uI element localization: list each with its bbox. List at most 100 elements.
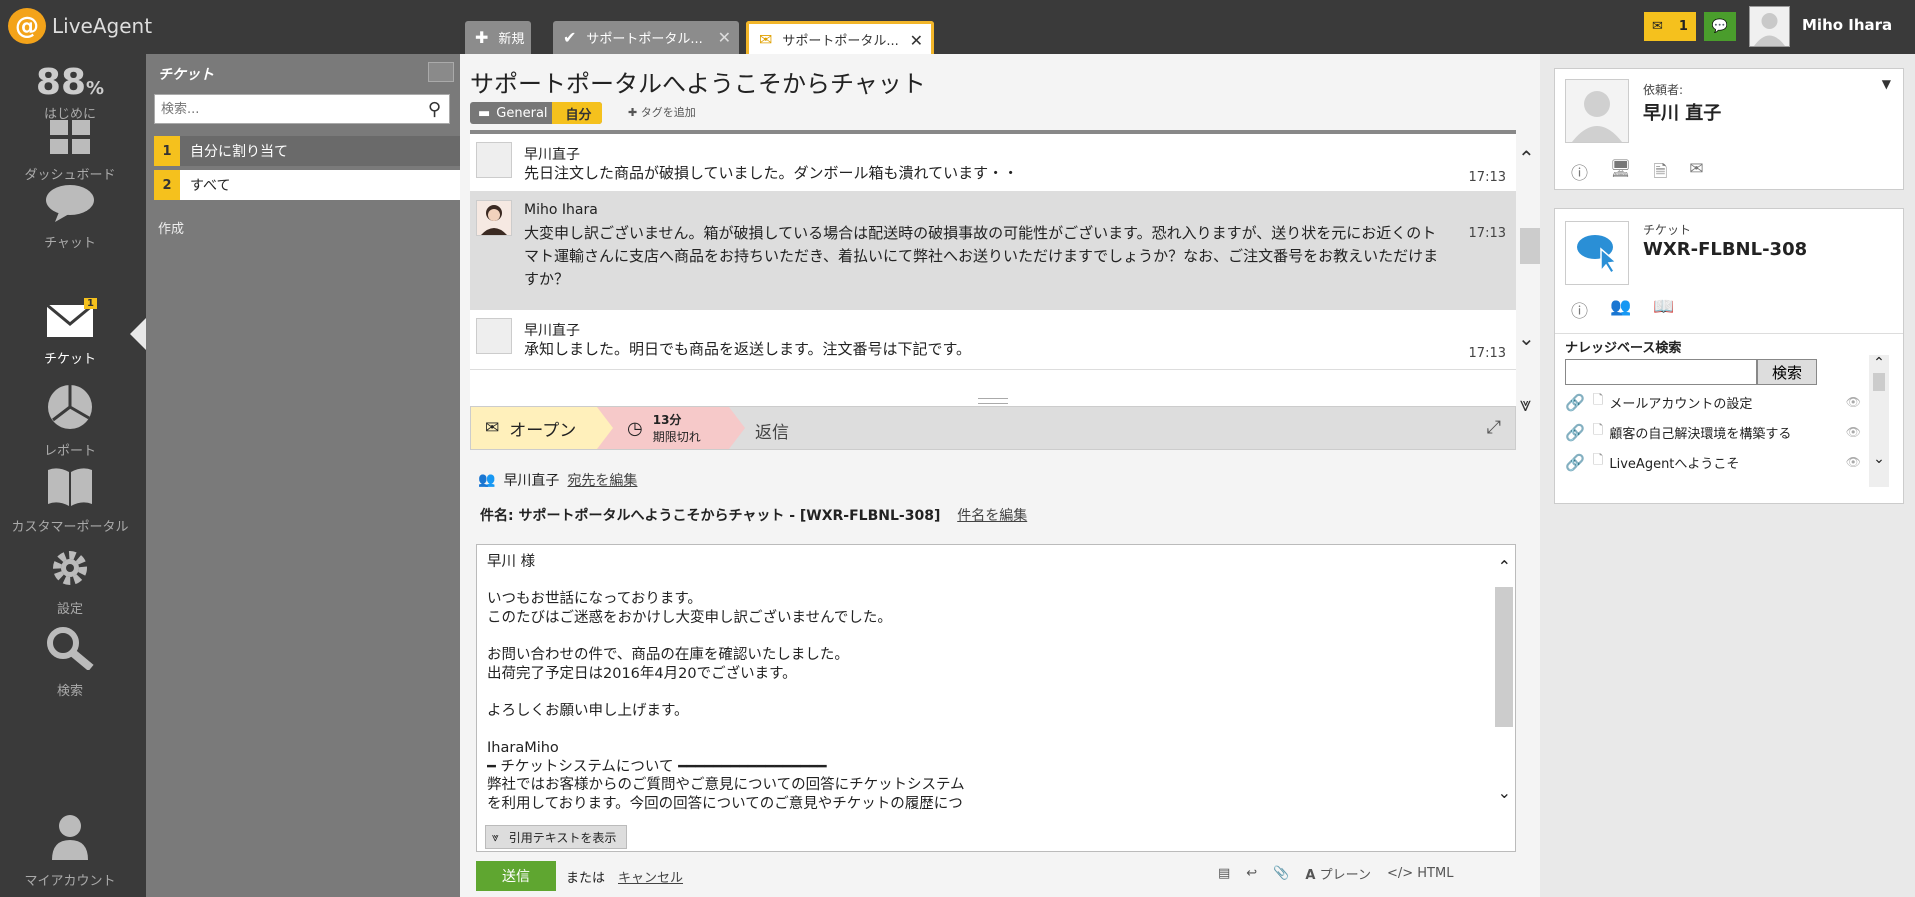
filter-count: 2 [154, 170, 180, 200]
paperclip-icon[interactable]: 📎 [1273, 866, 1289, 881]
filter-label: 自分に割り当て [190, 144, 288, 160]
message-body: 先日注文した商品が破損していました。ダンボール箱も潰れています・・ [524, 164, 1019, 182]
cancel-link[interactable]: キャンセル [618, 867, 683, 886]
reply-editor[interactable]: 早川 様 いつもお世話になっております。 このたびはご迷惑をおかけし大変申し訳ご… [476, 544, 1516, 852]
user-name[interactable]: Miho Ihara [1802, 16, 1892, 34]
book-icon[interactable]: 📖 [1653, 297, 1674, 322]
avatar[interactable] [1749, 6, 1790, 47]
reply-body[interactable]: 早川 様 いつもお世話になっております。 このたびはご迷惑をおかけし大変申し訳ご… [487, 553, 1477, 821]
chevron-down-icon[interactable]: ⌄ [1498, 783, 1511, 802]
right-panel: 依頼者: 早川 直子 ▼ ⓘ 🖥 🗎 ✉ チケット WXR-FLBNL-308 … [1540, 54, 1915, 897]
user-icon [0, 814, 140, 864]
nav-label: チケット [43, 352, 96, 367]
close-icon[interactable]: ✕ [910, 31, 923, 50]
nav-reports[interactable]: レポート [0, 384, 140, 459]
dashboard-icon [0, 120, 140, 158]
tab-ticket-1[interactable]: ✔ サポートポータル... ✕ [553, 21, 739, 54]
expand-icon[interactable]: ⤢ [1487, 417, 1501, 438]
nav-tickets[interactable]: 1 チケット [0, 298, 140, 367]
scrollbar-thumb[interactable] [1873, 373, 1885, 391]
kb-search-input[interactable] [1565, 359, 1757, 385]
users-icon: 👥 [478, 472, 496, 488]
search-icon[interactable]: ⚲ [428, 99, 441, 120]
check-icon: ✔ [563, 28, 577, 47]
tab-ticket-2[interactable]: ✉ サポートポータル... ✕ [746, 21, 934, 54]
edit-subject-link[interactable]: 件名を編集 [957, 508, 1027, 524]
template-icon[interactable]: ▤ [1218, 866, 1230, 881]
kb-article[interactable]: 🔗 🗋 顧客の自己解決環境を構築する 👁 [1565, 417, 1861, 447]
logo[interactable]: @ LiveAgent [8, 8, 152, 44]
nav-my-account[interactable]: マイアカウント [0, 814, 140, 889]
book-icon [0, 466, 140, 510]
chevron-up-icon[interactable]: ⌃ [1518, 146, 1535, 170]
envelope-icon[interactable]: ✉ [1689, 159, 1703, 188]
chevron-down-icon[interactable]: ⌄ [1869, 451, 1889, 467]
nav-customer-portal[interactable]: カスタマーポータル [0, 466, 140, 535]
search-input[interactable] [155, 95, 415, 123]
document-icon: 🗋 [1592, 453, 1604, 468]
add-tag-button[interactable]: ✚ タグを追加 [628, 104, 696, 120]
tab-new[interactable]: ✚ 新規 [465, 21, 531, 54]
or-text: または [566, 871, 606, 886]
html-toggle[interactable]: </> HTML [1387, 866, 1454, 881]
department-tag[interactable]: ▬ General 自分 [470, 102, 602, 124]
requester-actions: ⓘ 🖥 🗎 ✉ [1571, 159, 1704, 188]
info-icon[interactable]: ⓘ [1571, 159, 1588, 188]
collapse-panel-button[interactable] [428, 62, 454, 82]
sla-status: 期限切れ [652, 430, 701, 444]
scrollbar-thumb[interactable] [1520, 228, 1540, 264]
active-indicator [130, 318, 146, 350]
nav-settings[interactable]: 設定 [0, 548, 140, 617]
kb-article-title: LiveAgentへようこそ [1609, 456, 1740, 472]
chevron-up-icon[interactable]: ⌃ [1498, 557, 1511, 576]
double-chevron-down-icon[interactable]: ⩔ [1520, 392, 1531, 416]
status-open[interactable]: ✉ オープン [471, 407, 613, 449]
mail-notification[interactable]: ✉ 1 [1644, 12, 1696, 41]
kb-article[interactable]: 🔗 🗋 LiveAgentへようこそ 👁 [1565, 447, 1861, 477]
eye-icon[interactable]: 👁 [1846, 395, 1861, 409]
show-quoted-text-button[interactable]: ⩔ 引用テキストを表示 [485, 825, 628, 849]
chat-notification[interactable]: 💬 [1704, 12, 1736, 41]
nav-label: ダッシュボード [24, 168, 116, 183]
info-icon[interactable]: ⓘ [1571, 297, 1588, 322]
kb-search-button[interactable]: 検索 [1757, 359, 1817, 385]
users-icon[interactable]: 👥 [1610, 297, 1631, 322]
undo-icon[interactable]: ↩ [1246, 866, 1257, 881]
send-button[interactable]: 送信 [476, 861, 556, 891]
sla-time: 13分 [652, 413, 682, 427]
edit-recipient-link[interactable]: 宛先を編集 [567, 470, 637, 490]
left-nav: 88% はじめに ダッシュボード チャット 1 チケット レポート カスタマーポ… [0, 54, 146, 897]
nav-chat[interactable]: チャット [0, 184, 140, 251]
plain-text-toggle[interactable]: A プレーン [1305, 864, 1371, 883]
logo-at-icon: @ [8, 8, 46, 44]
top-bar: @ LiveAgent ✚ 新規 ✔ サポートポータル... ✕ ✉ サポートポ… [0, 0, 1915, 54]
kb-article[interactable]: 🔗 🗋 メールアカウントの設定 👁 [1565, 387, 1861, 417]
scrollbar-thumb[interactable] [1495, 587, 1513, 727]
dropdown-icon[interactable]: ▼ [1882, 77, 1891, 91]
chevron-down-icon[interactable]: ⌄ [1518, 326, 1535, 350]
kb-scrollbar[interactable]: ⌃ ⌄ [1869, 355, 1889, 487]
close-icon[interactable]: ✕ [718, 28, 731, 47]
filter-all[interactable]: 2 すべて [154, 170, 460, 200]
recipient-row: 👥 早川直子 宛先を編集 [478, 470, 637, 490]
chat-bubble-icon: 💬 [1711, 19, 1729, 34]
message-item: 早川直子 承知しました。明日でも商品を返送します。注文番号は下記です。 17:1… [470, 310, 1516, 370]
nav-dashboard[interactable]: ダッシュボード [0, 120, 140, 183]
nav-getting-started[interactable]: 88% はじめに [0, 62, 140, 122]
eye-icon[interactable]: 👁 [1846, 455, 1861, 469]
create-ticket-link[interactable]: 作成 [158, 218, 184, 237]
filter-count: 1 [154, 136, 180, 166]
monitor-icon[interactable]: 🖥 [1610, 159, 1632, 188]
nav-search[interactable]: 検索 [0, 626, 140, 699]
chevron-up-icon[interactable]: ⌃ [1869, 355, 1889, 371]
resize-handle[interactable] [978, 398, 1008, 404]
filter-assigned-to-me[interactable]: 1 自分に割り当て [154, 136, 460, 166]
eye-icon[interactable]: 👁 [1846, 425, 1861, 439]
nav-label: レポート [43, 444, 96, 459]
page-title: サポートポータルへようこそからチャット [470, 70, 926, 98]
button-label: 引用テキストを表示 [508, 830, 617, 845]
subject-row: 件名: サポートポータルへようこそからチャット - [WXR-FLBNL-308… [480, 505, 1027, 525]
message-author: 早川直子 [524, 147, 580, 163]
document-icon[interactable]: 🗎 [1654, 159, 1668, 188]
message-thread: 早川直子 先日注文した商品が破損していました。ダンボール箱も潰れています・・ 1… [470, 130, 1516, 426]
